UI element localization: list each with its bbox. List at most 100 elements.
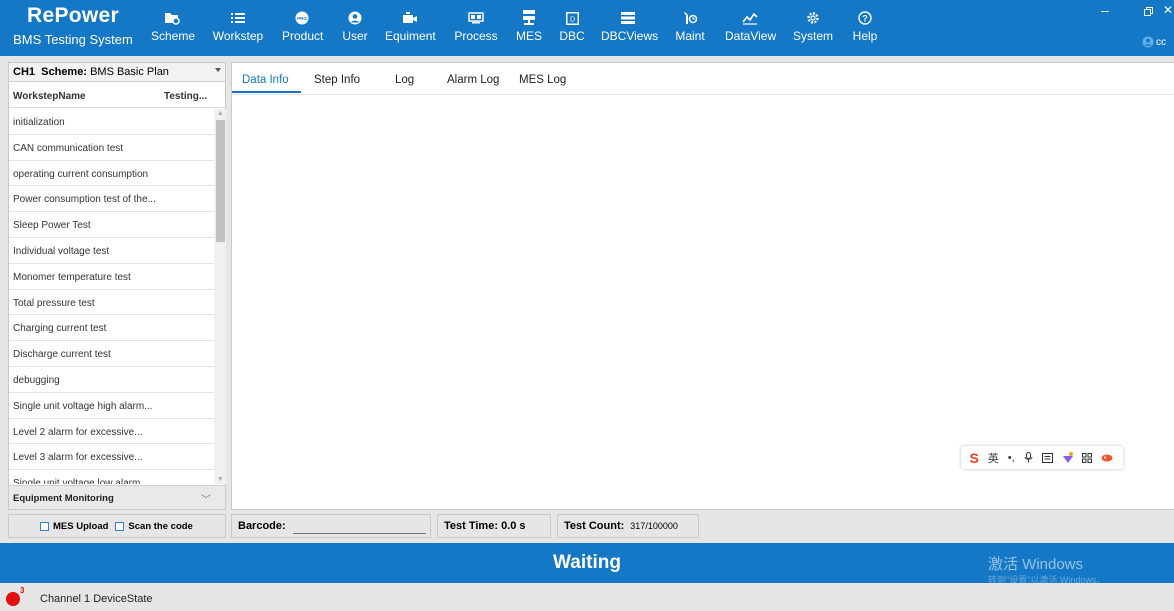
user-name: cc [1156,36,1166,48]
toolbar-label: DBC [559,29,585,43]
barcode-label: Barcode: [238,520,286,532]
restore-button[interactable] [1144,5,1153,19]
tab-step-info[interactable]: Step Info [314,74,360,86]
minimize-button[interactable]: – [1101,2,1109,18]
punctuation-icon[interactable]: •, [1008,452,1015,464]
user-avatar-icon [1142,36,1154,48]
toolbar-dbc-button[interactable]: D DBC [558,7,586,43]
toolbar-label: Help [852,29,878,43]
app-brand: RePower BMS Testing System [8,4,138,49]
skin-icon[interactable] [1062,452,1074,463]
process-icon [453,7,499,29]
toolbar-mes-button[interactable]: MES [514,7,544,43]
workstep-list: initialization CAN communication test oper… [9,109,214,484]
tab-alarm-log[interactable]: Alarm Log [447,74,499,86]
main-panel: Data Info Step Info Log Alarm Log MES Lo… [231,62,1174,510]
toolbar-equipment-button[interactable]: Equiment [385,7,436,43]
microphone-icon[interactable] [1024,452,1033,463]
workstep-list-item[interactable]: Total pressure test [9,290,214,316]
toolbar-label: DataView [725,29,777,43]
barcode-field: Barcode: [231,514,431,538]
close-button[interactable]: ✕ [1163,3,1173,17]
mascot-icon[interactable] [1101,453,1114,462]
toolbar-product-button[interactable]: PRO Product [282,7,324,43]
dbc-icon: D [558,7,586,29]
scheme-selector[interactable]: CH1 Scheme: BMS Basic Plan [9,63,225,82]
app-subtitle: BMS Testing System [13,32,133,47]
active-tab-indicator [232,91,301,93]
keyboard-icon[interactable] [1041,452,1053,463]
workstep-scrollbar[interactable]: ▲ ▼ [214,109,226,484]
scrollbar-thumb[interactable] [216,120,225,242]
product-icon: PRO [282,7,322,29]
workstep-list-item[interactable]: Monomer temperature test [9,264,214,290]
equipment-monitoring-label: Equipment Monitoring [13,493,114,504]
scan-code-label: Scan the code [128,520,193,532]
toolbar-system-button[interactable]: System [791,7,835,43]
workstep-list-item[interactable]: Power consumption test of the... [9,186,214,213]
toolbar-scheme-button[interactable]: Scheme [151,7,196,43]
toolbar-dbcviews-button[interactable]: DBCViews [601,7,658,43]
device-state-led-icon [6,592,20,606]
workstep-list-item[interactable]: Individual voltage test [9,238,214,264]
toolbar-label: User [342,29,368,43]
test-time-label: Test Time: [444,520,498,532]
test-status-bar: Waiting 激活 Windows 转到"设置"以激活 Windows。 [0,543,1174,583]
toolbar-label: Workstep [212,29,264,43]
upload-options: MES Upload Scan the code [8,514,226,538]
restore-icon [1144,7,1153,16]
help-icon: ? [851,7,879,29]
grid-menu-icon[interactable] [1082,452,1093,463]
workstep-list-item[interactable]: debugging [9,367,214,393]
test-count-label: Test Count: [564,520,625,532]
column-testing-status[interactable]: Testing... [164,91,207,102]
barcode-input[interactable] [292,522,426,534]
toolbar-help-button[interactable]: ? Help [851,7,879,43]
column-workstep-name[interactable]: WorkstepName [13,91,86,102]
list-icon [212,7,264,29]
wrench-icon [672,7,708,29]
scan-code-checkbox[interactable] [115,521,125,531]
sogou-logo-icon[interactable]: S [969,450,978,466]
scroll-up-icon[interactable]: ▲ [217,110,224,117]
activation-watermark: 激活 Windows [988,556,1084,573]
workstep-list-item[interactable]: initialization [9,109,214,135]
scheme-icon [151,7,193,29]
toolbar-process-button[interactable]: Process [453,7,499,43]
user-icon [340,7,370,29]
server-icon [514,7,544,29]
workstep-list-item[interactable]: operating current consumption [9,161,214,187]
workstep-list-item[interactable]: Level 2 alarm for excessive... [9,419,214,445]
user-area[interactable]: cc [1142,36,1166,48]
tab-data-info[interactable]: Data Info [242,74,289,86]
device-state-badge: 3 [20,586,25,595]
workstep-list-item[interactable]: Single unit voltage high alarm... [9,393,214,419]
toolbar-label: Maint [675,29,705,43]
workstep-list-item[interactable]: Single unit voltage low alarm... [9,470,214,484]
test-time-value: 0.0 s [501,520,526,532]
equipment-monitoring-header[interactable]: Equipment Monitoring ﹀ [9,485,225,509]
workstep-list-item[interactable]: CAN communication test [9,135,214,161]
activation-watermark-hint: 转到"设置"以激活 Windows。 [988,575,1106,583]
toolbar-workstep-button[interactable]: Workstep [212,7,264,43]
channel-label: CH1 [13,66,36,78]
workstep-list-item[interactable]: Sleep Power Test [9,212,214,238]
mes-upload-checkbox[interactable] [40,521,49,531]
scroll-down-icon[interactable]: ▼ [217,476,224,483]
workstep-list-item[interactable]: Charging current test [9,315,214,342]
workstep-panel: CH1 Scheme: BMS Basic Plan WorkstepName … [8,62,226,510]
tab-mes-log[interactable]: MES Log [519,74,566,86]
toolbar-dataview-button[interactable]: DataView [725,7,777,43]
test-count-value: 317/100000 [630,521,678,531]
toolbar-maint-button[interactable]: Maint [672,7,708,43]
toolbar-user-button[interactable]: User [340,7,370,43]
scheme-value: BMS Basic Plan [90,66,169,78]
svg-text:D: D [569,16,574,23]
workstep-list-item[interactable]: Discharge current test [9,341,214,367]
workstep-list-item[interactable]: Level 3 alarm for excessive... [9,444,214,471]
toolbar-label: Scheme [151,29,196,43]
tab-log[interactable]: Log [395,74,414,86]
toolbar-label: Product [282,29,324,43]
test-time-field: Test Time: 0.0 s [437,514,551,538]
ime-language-toggle[interactable]: 英 [988,450,999,466]
